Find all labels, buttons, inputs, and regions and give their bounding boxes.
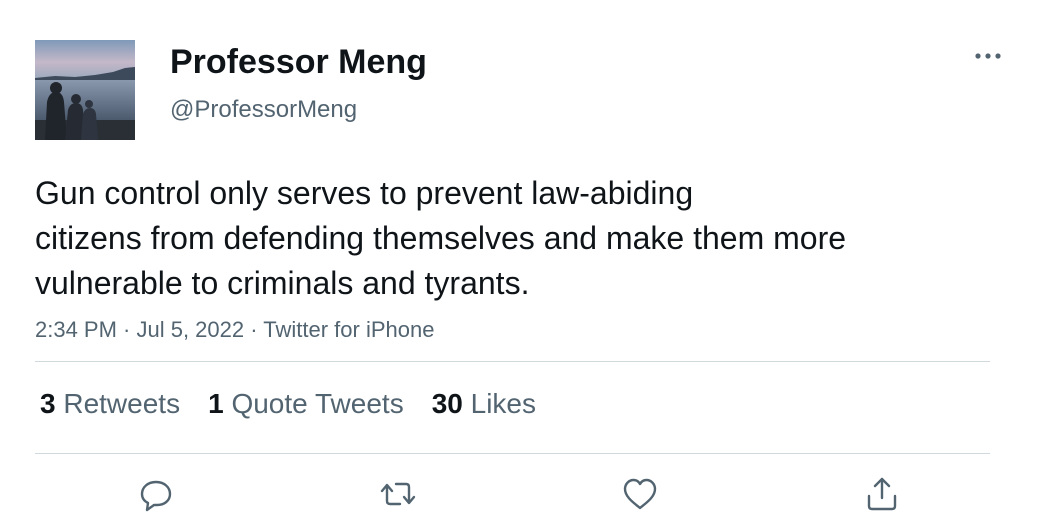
tweet-text-line: Gun control only serves to prevent law-a… [35,175,694,211]
tweet-text-line: vulnerable to criminals and tyrants. [35,265,530,301]
more-horizontal-icon[interactable] [970,44,1006,68]
engagement-stats: 3 Retweets 1 Quote Tweets 30 Likes [40,386,536,422]
retweets-count: 3 [40,388,56,419]
quote-tweets-stat[interactable]: 1 Quote Tweets [208,386,404,422]
author-display-name[interactable]: Professor Meng [170,42,427,82]
quote-tweets-count: 1 [208,388,224,419]
retweets-stat[interactable]: 3 Retweets [40,386,180,422]
quote-tweets-label: Quote Tweets [231,388,404,419]
tweet-timestamp-source[interactable]: 2:34 PM · Jul 5, 2022 · Twitter for iPho… [35,315,434,345]
divider [35,453,990,454]
tweet-text: Gun control only serves to prevent law-a… [35,171,965,306]
avatar[interactable] [35,40,135,140]
likes-count: 30 [431,388,463,419]
heart-icon[interactable] [620,474,660,514]
share-icon[interactable] [862,474,902,514]
divider [35,361,990,362]
reply-icon[interactable] [136,474,176,514]
tweet-text-line: citizens from defending themselves and m… [35,220,847,256]
retweets-label: Retweets [63,388,181,419]
author-handle[interactable]: @ProfessorMeng [170,95,357,125]
retweet-icon[interactable] [378,474,418,514]
likes-stat[interactable]: 30 Likes [432,386,536,422]
likes-label: Likes [470,388,537,419]
